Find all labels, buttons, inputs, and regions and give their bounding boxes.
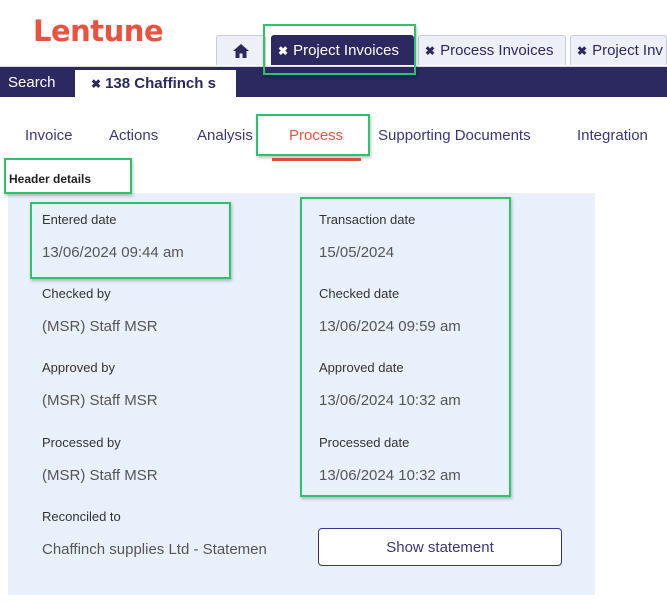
lentune-logo: Lentune	[33, 14, 164, 48]
active-nav-underline	[272, 158, 361, 161]
nav-actions[interactable]: Actions	[109, 127, 158, 144]
nav-analysis[interactable]: Analysis	[197, 127, 253, 144]
highlight-box	[300, 197, 511, 497]
approved-by-value: (MSR) Staff MSR	[42, 392, 158, 409]
highlight-box	[30, 202, 231, 279]
nav-supporting-documents[interactable]: Supporting Documents	[378, 127, 531, 144]
tab-project-inv[interactable]: ✖ Project Inv	[570, 35, 667, 65]
tab-process-invoices[interactable]: ✖ Process Invoices	[418, 35, 566, 65]
reconciled-to-label: Reconciled to	[42, 509, 121, 524]
highlight-box	[263, 24, 416, 75]
approved-by-label: Approved by	[42, 360, 115, 375]
document-tab[interactable]: ✖ 138 Chaffinch s	[75, 70, 236, 97]
show-statement-button[interactable]: Show statement	[318, 528, 562, 566]
reconciled-to-value: Chaffinch supplies Ltd - Statemen	[42, 541, 267, 558]
tab-label: Project Inv	[592, 42, 663, 59]
highlight-box	[4, 158, 132, 194]
highlight-box	[256, 114, 370, 156]
checked-by-value: (MSR) Staff MSR	[42, 318, 158, 335]
nav-integration[interactable]: Integration	[577, 127, 648, 144]
close-icon[interactable]: ✖	[577, 44, 587, 58]
processed-by-label: Processed by	[42, 435, 121, 450]
search-tab[interactable]: Search	[8, 74, 56, 91]
home-tab[interactable]	[216, 35, 266, 65]
close-icon[interactable]: ✖	[425, 44, 435, 58]
processed-by-value: (MSR) Staff MSR	[42, 467, 158, 484]
tab-label: Process Invoices	[440, 42, 554, 59]
home-icon	[233, 43, 249, 58]
close-icon[interactable]: ✖	[91, 77, 101, 91]
checked-by-label: Checked by	[42, 286, 111, 301]
nav-invoice[interactable]: Invoice	[25, 127, 73, 144]
document-tab-label: 138 Chaffinch s	[105, 75, 216, 92]
